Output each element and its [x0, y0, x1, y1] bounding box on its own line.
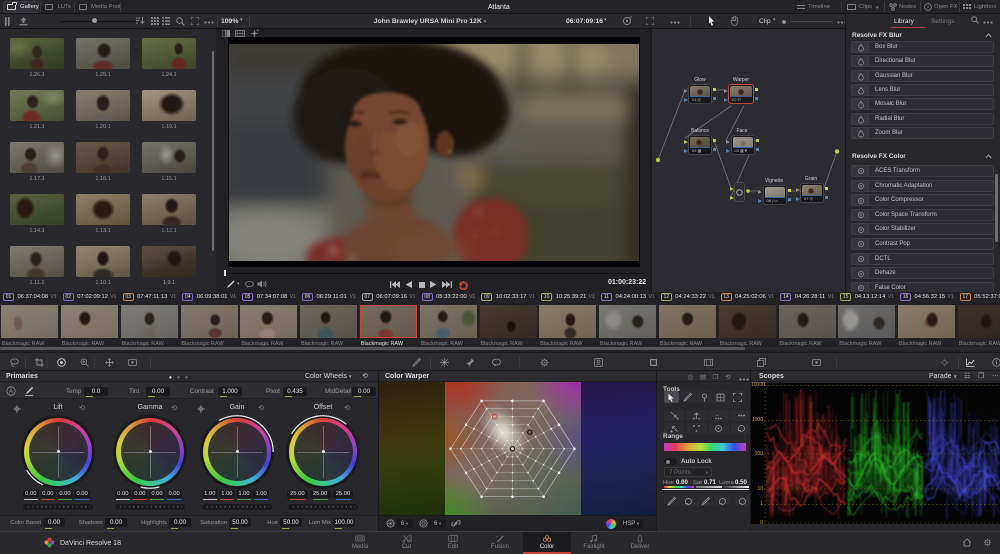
- svg-text:↔: ↔: [715, 412, 720, 417]
- svg-text:A: A: [9, 389, 13, 395]
